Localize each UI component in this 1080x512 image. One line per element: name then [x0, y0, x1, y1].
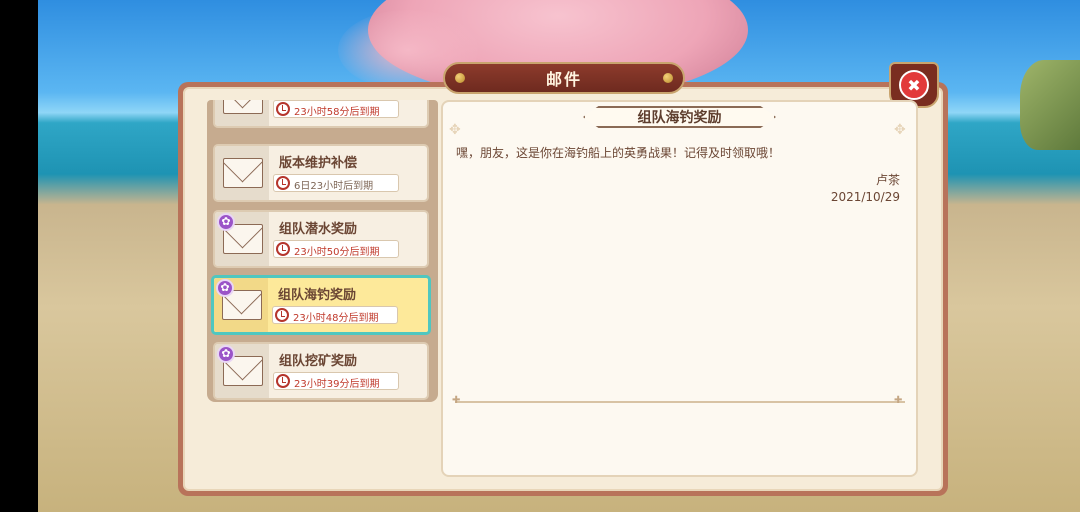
expire-text: 23小时39分后到期 [294, 379, 380, 390]
clock-icon [276, 102, 290, 116]
gear-badge-icon: ✿ [217, 213, 235, 231]
letterbox-bar [0, 0, 38, 512]
expire-text: 6日23小时后到期 [294, 181, 374, 192]
envelope-icon [223, 158, 263, 188]
envelope-box: ✿ [215, 344, 269, 398]
expire-text: 23小时48分后到期 [293, 313, 379, 324]
expire-badge: 23小时48分后到期 [272, 306, 398, 324]
expire-badge: 23小时50分后到期 [273, 240, 399, 258]
mail-list[interactable]: 23小时58分后到期 版本维护补偿 6日23小时后到期 ✿ 组队潜水奖励 23小… [207, 100, 438, 402]
mail-title: 组队海钓奖励 [278, 288, 357, 303]
mail-item[interactable]: 23小时58分后到期 [213, 100, 429, 128]
mail-item[interactable]: ✿ 组队挖矿奖励 23小时39分后到期 [213, 342, 429, 400]
corner-ornament-icon: ✥ [449, 122, 461, 138]
mail-date: 2021/10/29 [830, 190, 900, 204]
close-icon: ✖ [899, 70, 929, 100]
mail-subject-banner: 组队海钓奖励 [583, 106, 776, 128]
envelope-icon [223, 100, 263, 114]
divider-ornament-icon: ✚ [452, 395, 461, 406]
gear-badge-icon: ✿ [217, 345, 235, 363]
expire-badge: 23小时58分后到期 [273, 100, 399, 118]
clock-icon [276, 176, 290, 190]
expire-text: 23小时50分后到期 [294, 247, 380, 258]
corner-ornament-icon: ✥ [894, 122, 906, 138]
envelope-box [215, 100, 269, 126]
expire-badge: 23小时39分后到期 [273, 372, 399, 390]
expire-text: 23小时58分后到期 [294, 107, 380, 118]
rivet-icon [663, 73, 673, 83]
mail-item-selected[interactable]: ✿ 组队海钓奖励 23小时48分后到期 [211, 275, 431, 335]
mail-subject: 组队海钓奖励 [637, 110, 722, 126]
dialog-title-banner: 邮件 [443, 62, 685, 94]
mail-title: 组队挖矿奖励 [279, 354, 358, 369]
mail-sender: 卢茶 [875, 173, 900, 187]
mail-title: 组队潜水奖励 [279, 222, 358, 237]
gear-badge-icon: ✿ [216, 279, 234, 297]
divider [455, 401, 905, 403]
mail-title: 版本维护补偿 [279, 156, 358, 171]
mail-item[interactable]: 版本维护补偿 6日23小时后到期 [213, 144, 429, 202]
cliff-rock [1020, 60, 1080, 150]
mail-item[interactable]: ✿ 组队潜水奖励 23小时50分后到期 [213, 210, 429, 268]
expire-badge: 6日23小时后到期 [273, 174, 399, 192]
clock-icon [276, 242, 290, 256]
rivet-icon [455, 73, 465, 83]
envelope-box: ✿ [214, 278, 268, 332]
clock-icon [275, 308, 289, 322]
mail-body: 嘿，朋友，这是你在海钓船上的英勇战果！记得及时领取哦！ [456, 146, 781, 160]
envelope-box [215, 146, 269, 200]
clock-icon [276, 374, 290, 388]
dialog-title: 邮件 [545, 70, 582, 89]
divider-ornament-icon: ✚ [894, 395, 903, 406]
envelope-box: ✿ [215, 212, 269, 266]
